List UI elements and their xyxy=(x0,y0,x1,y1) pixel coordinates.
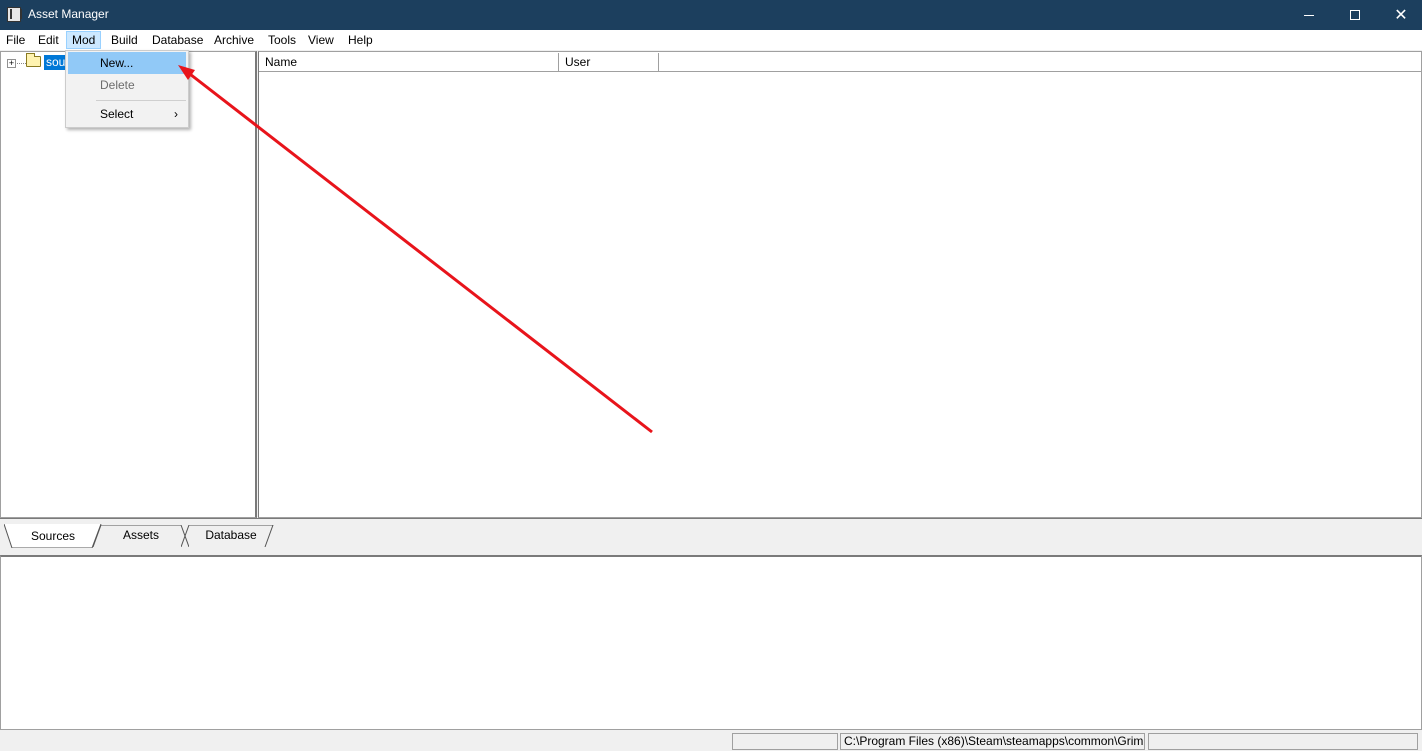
window-title: Asset Manager xyxy=(28,7,109,21)
menu-separator xyxy=(96,100,186,101)
output-pane[interactable] xyxy=(0,555,1422,730)
menu-tools[interactable]: Tools xyxy=(262,31,302,49)
asset-list[interactable]: Name User xyxy=(258,51,1422,518)
menu-item-select[interactable]: Select › xyxy=(68,103,186,125)
column-header-name[interactable]: Name xyxy=(259,53,559,72)
status-panel-3 xyxy=(1148,733,1418,750)
tree-node-sources[interactable]: sou xyxy=(44,55,66,70)
status-panel-1 xyxy=(732,733,838,750)
menu-file[interactable]: File xyxy=(0,31,31,49)
menu-item-delete: Delete xyxy=(100,78,135,92)
status-bar: C:\Program Files (x86)\Steam\steamapps\c… xyxy=(0,730,1422,751)
tab-sources-label: Sources xyxy=(30,529,76,543)
folder-icon xyxy=(26,53,41,67)
chevron-right-icon: › xyxy=(174,107,178,121)
mod-dropdown-menu: New... Delete Select › xyxy=(65,50,189,128)
tab-assets[interactable]: Assets xyxy=(93,525,189,547)
menu-item-new[interactable]: New... xyxy=(68,52,186,74)
maximize-button[interactable] xyxy=(1332,0,1378,30)
column-header-user[interactable]: User xyxy=(559,53,659,72)
menu-view[interactable]: View xyxy=(302,31,340,49)
menu-build[interactable]: Build xyxy=(105,31,144,49)
column-header-filler xyxy=(659,53,1421,72)
tree-connector xyxy=(17,63,26,64)
tab-database-label: Database xyxy=(205,528,257,542)
minimize-icon xyxy=(1304,14,1314,16)
minimize-button[interactable] xyxy=(1286,0,1332,30)
menu-edit[interactable]: Edit xyxy=(32,31,65,49)
close-icon: ✕ xyxy=(1394,7,1408,24)
close-button[interactable]: ✕ xyxy=(1378,0,1422,30)
menu-help[interactable]: Help xyxy=(342,31,379,49)
expand-icon[interactable]: + xyxy=(7,59,16,68)
tab-database[interactable]: Database xyxy=(181,525,281,547)
tab-assets-label: Assets xyxy=(122,528,159,542)
title-bar[interactable]: Asset Manager ✕ xyxy=(0,0,1422,30)
menu-database[interactable]: Database xyxy=(146,31,209,49)
tab-sources[interactable]: Sources xyxy=(4,524,102,548)
menu-bar: File Edit Mod Build Database Archive Too… xyxy=(0,30,1422,50)
app-icon xyxy=(7,7,22,22)
status-panel-path: C:\Program Files (x86)\Steam\steamapps\c… xyxy=(840,733,1145,750)
menu-archive[interactable]: Archive xyxy=(208,31,260,49)
tab-strip: Sources Assets Database xyxy=(0,518,1422,556)
maximize-icon xyxy=(1350,10,1360,20)
menu-mod[interactable]: Mod xyxy=(66,31,102,49)
menu-item-select-label: Select xyxy=(100,107,134,121)
